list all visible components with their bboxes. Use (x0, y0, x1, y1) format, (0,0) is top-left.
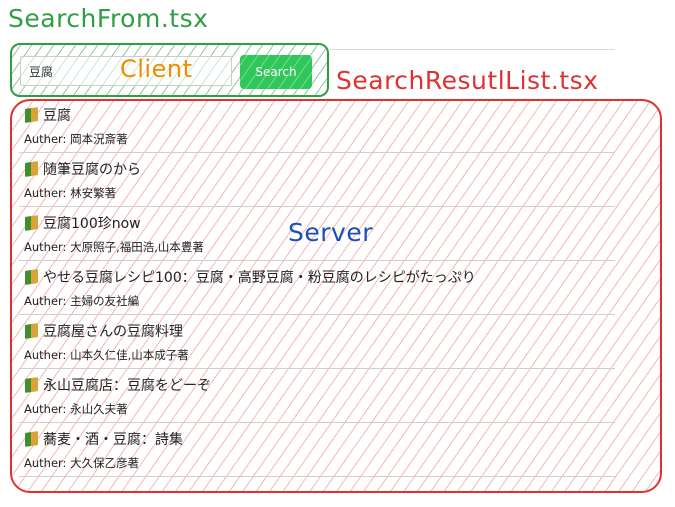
search-form-file-label: SearchFrom.tsx (8, 4, 209, 33)
result-author: Auther: 大原照子,福田浩,山本豊著 (24, 239, 204, 255)
author-prefix: Auther: (24, 186, 67, 200)
author-prefix: Auther: (24, 294, 67, 308)
author-prefix: Auther: (24, 132, 67, 146)
book-icon (25, 323, 38, 339)
result-author: Auther: 山本久仁佳,山本成子著 (24, 347, 189, 363)
result-item[interactable]: やせる豆腐レシピ100：豆腐・高野豆腐・粉豆腐のレシピがたっぷり Auther:… (19, 263, 615, 315)
author-name: 山本久仁佳,山本成子著 (70, 348, 189, 362)
author-prefix: Auther: (24, 456, 67, 470)
author-prefix: Auther: (24, 402, 67, 416)
author-name: 大久保乙彦著 (70, 456, 140, 470)
result-author: Auther: 大久保乙彦著 (24, 455, 139, 471)
author-name: 主婦の友社編 (70, 294, 140, 308)
result-author: Auther: 主婦の友社編 (24, 293, 139, 309)
result-title-text: やせる豆腐レシピ100：豆腐・高野豆腐・粉豆腐のレシピがたっぷり (43, 270, 476, 286)
result-title: 蕎麦・酒・豆腐：詩集 (25, 429, 183, 449)
book-icon (25, 107, 38, 123)
result-title-text: 永山豆腐店：豆腐をどーぞ (43, 378, 211, 394)
result-author: Auther: 永山久夫著 (24, 401, 128, 417)
book-icon (25, 269, 38, 285)
author-name: 永山久夫著 (70, 402, 128, 416)
result-title-text: 豆腐屋さんの豆腐料理 (43, 324, 183, 340)
search-button[interactable]: Search (240, 55, 312, 89)
author-name: 林安繁著 (70, 186, 117, 200)
result-title-text: 豆腐 (43, 108, 71, 124)
author-name: 岡本況斎著 (70, 132, 128, 146)
author-prefix: Auther: (24, 240, 67, 254)
result-title: 随筆豆腐のから (25, 159, 141, 179)
result-title: 豆腐100珍now (25, 213, 141, 233)
result-item[interactable]: 豆腐 Auther: 岡本況斎著 (19, 101, 615, 153)
search-result-list-file-label: SearchResutlList.tsx (336, 66, 599, 95)
result-item[interactable]: 随筆豆腐のから Auther: 林安繁著 (19, 155, 615, 207)
result-title-text: 豆腐100珍now (43, 216, 141, 232)
book-icon (25, 377, 38, 393)
result-title-text: 随筆豆腐のから (43, 162, 141, 178)
result-title: やせる豆腐レシピ100：豆腐・高野豆腐・粉豆腐のレシピがたっぷり (25, 267, 476, 287)
author-prefix: Auther: (24, 348, 67, 362)
result-item[interactable]: 豆腐屋さんの豆腐料理 Auther: 山本久仁佳,山本成子著 (19, 317, 615, 369)
result-title-text: 蕎麦・酒・豆腐：詩集 (43, 432, 183, 448)
result-author: Auther: 岡本況斎著 (24, 131, 128, 147)
book-icon (25, 215, 38, 231)
result-item[interactable]: 永山豆腐店：豆腐をどーぞ Auther: 永山久夫著 (19, 371, 615, 423)
result-title: 永山豆腐店：豆腐をどーぞ (25, 375, 211, 395)
result-item[interactable]: 蕎麦・酒・豆腐：詩集 Auther: 大久保乙彦著 (19, 425, 615, 477)
client-annotation-label: Client (120, 55, 193, 83)
book-icon (25, 431, 38, 447)
server-annotation-label: Server (288, 218, 373, 247)
result-title: 豆腐屋さんの豆腐料理 (25, 321, 183, 341)
result-title: 豆腐 (25, 105, 71, 125)
book-icon (25, 161, 38, 177)
divider-line (330, 49, 615, 50)
author-name: 大原照子,福田浩,山本豊著 (70, 240, 204, 254)
result-author: Auther: 林安繁著 (24, 185, 116, 201)
